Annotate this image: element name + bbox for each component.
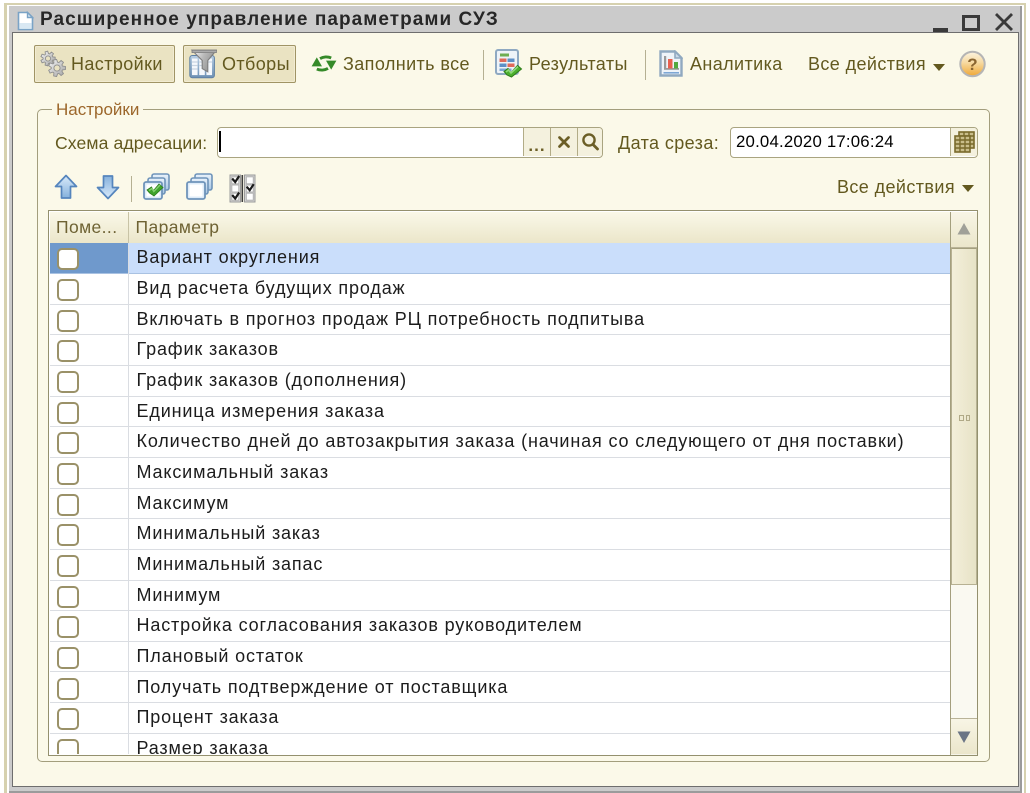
svg-text:?: ? [967,55,977,74]
